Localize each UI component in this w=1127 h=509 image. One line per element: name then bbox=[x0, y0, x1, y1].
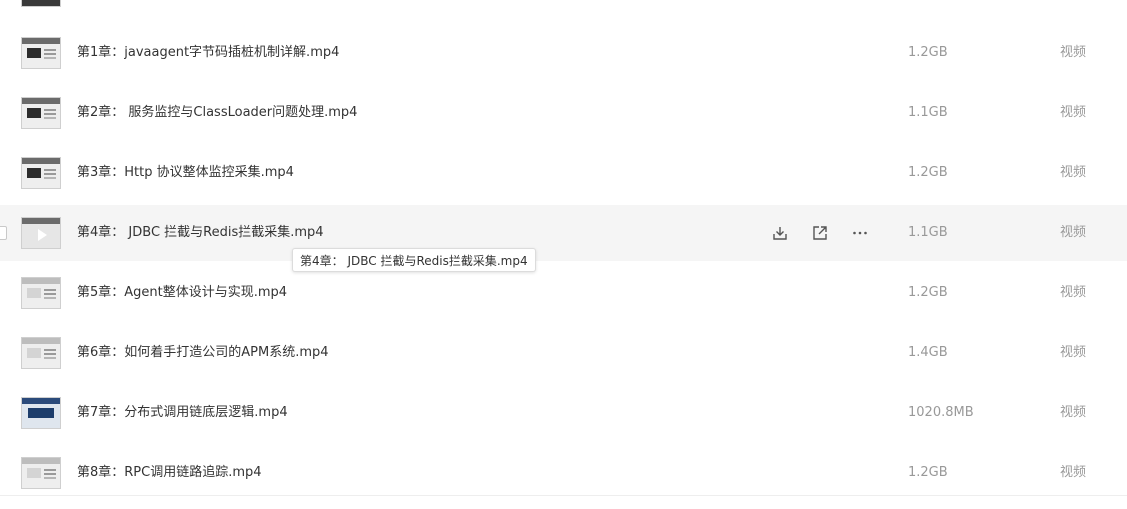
file-type: 视频 bbox=[1060, 105, 1087, 120]
file-type: 视频 bbox=[1060, 225, 1087, 240]
video-thumbnail[interactable] bbox=[21, 217, 61, 249]
list-divider bbox=[0, 495, 1127, 496]
file-name[interactable]: 第6章：如何着手打造公司的APM系统.mp4 bbox=[77, 344, 329, 362]
file-size: 1.4GB bbox=[908, 345, 948, 360]
file-type: 视频 bbox=[1060, 405, 1087, 420]
file-name[interactable]: 第5章：Agent整体设计与实现.mp4 bbox=[77, 284, 287, 302]
share-icon[interactable] bbox=[808, 221, 832, 245]
file-name[interactable]: 第7章：分布式调用链底层逻辑.mp4 bbox=[77, 404, 288, 422]
file-row[interactable]: 第2章： 服务监控与ClassLoader问题处理.mp4 1.1GB 视频 bbox=[0, 85, 1127, 141]
file-type: 视频 bbox=[1060, 165, 1087, 180]
file-size: 1.2GB bbox=[908, 465, 948, 480]
video-thumbnail[interactable] bbox=[21, 457, 61, 489]
row-checkbox[interactable] bbox=[0, 226, 7, 240]
file-row[interactable]: 第1章：javaagent字节码插桩机制详解.mp4 1.2GB 视频 bbox=[0, 25, 1127, 81]
file-type: 视频 bbox=[1060, 285, 1087, 300]
file-row[interactable]: 第6章：如何着手打造公司的APM系统.mp4 1.4GB 视频 bbox=[0, 325, 1127, 381]
file-type: 视频 bbox=[1060, 345, 1087, 360]
file-name[interactable]: 第2章： 服务监控与ClassLoader问题处理.mp4 bbox=[77, 104, 357, 122]
file-name[interactable]: 第4章： JDBC 拦截与Redis拦截采集.mp4 bbox=[77, 224, 324, 242]
file-size: 1.1GB bbox=[908, 105, 948, 120]
file-row[interactable]: 第3章：Http 协议整体监控采集.mp4 1.2GB 视频 bbox=[0, 145, 1127, 201]
video-thumbnail[interactable] bbox=[21, 157, 61, 189]
file-name-tooltip: 第4章： JDBC 拦截与Redis拦截采集.mp4 bbox=[292, 248, 536, 272]
video-thumbnail[interactable] bbox=[21, 397, 61, 429]
play-icon bbox=[38, 229, 47, 241]
file-name[interactable]: 第3章：Http 协议整体监控采集.mp4 bbox=[77, 164, 294, 182]
file-row-hovered[interactable]: 第4章： JDBC 拦截与Redis拦截采集.mp4 1.1GB 视频 bbox=[0, 205, 1127, 261]
previous-file-thumbnail[interactable] bbox=[21, 0, 61, 7]
file-size: 1.2GB bbox=[908, 165, 948, 180]
file-name[interactable]: 第8章：RPC调用链路追踪.mp4 bbox=[77, 464, 262, 482]
video-thumbnail[interactable] bbox=[21, 337, 61, 369]
file-row[interactable]: 第8章：RPC调用链路追踪.mp4 1.2GB 视频 bbox=[0, 445, 1127, 501]
file-size: 1.1GB bbox=[908, 225, 948, 240]
file-name[interactable]: 第1章：javaagent字节码插桩机制详解.mp4 bbox=[77, 44, 339, 62]
file-size: 1.2GB bbox=[908, 45, 948, 60]
file-type: 视频 bbox=[1060, 45, 1087, 60]
file-type: 视频 bbox=[1060, 465, 1087, 480]
more-icon[interactable] bbox=[848, 221, 872, 245]
file-row[interactable]: 第7章：分布式调用链底层逻辑.mp4 1020.8MB 视频 bbox=[0, 385, 1127, 441]
file-size: 1020.8MB bbox=[908, 405, 974, 420]
video-thumbnail[interactable] bbox=[21, 97, 61, 129]
video-thumbnail[interactable] bbox=[21, 37, 61, 69]
file-row[interactable]: 第5章：Agent整体设计与实现.mp4 1.2GB 视频 bbox=[0, 265, 1127, 321]
file-size: 1.2GB bbox=[908, 285, 948, 300]
video-thumbnail[interactable] bbox=[21, 277, 61, 309]
download-icon[interactable] bbox=[768, 221, 792, 245]
